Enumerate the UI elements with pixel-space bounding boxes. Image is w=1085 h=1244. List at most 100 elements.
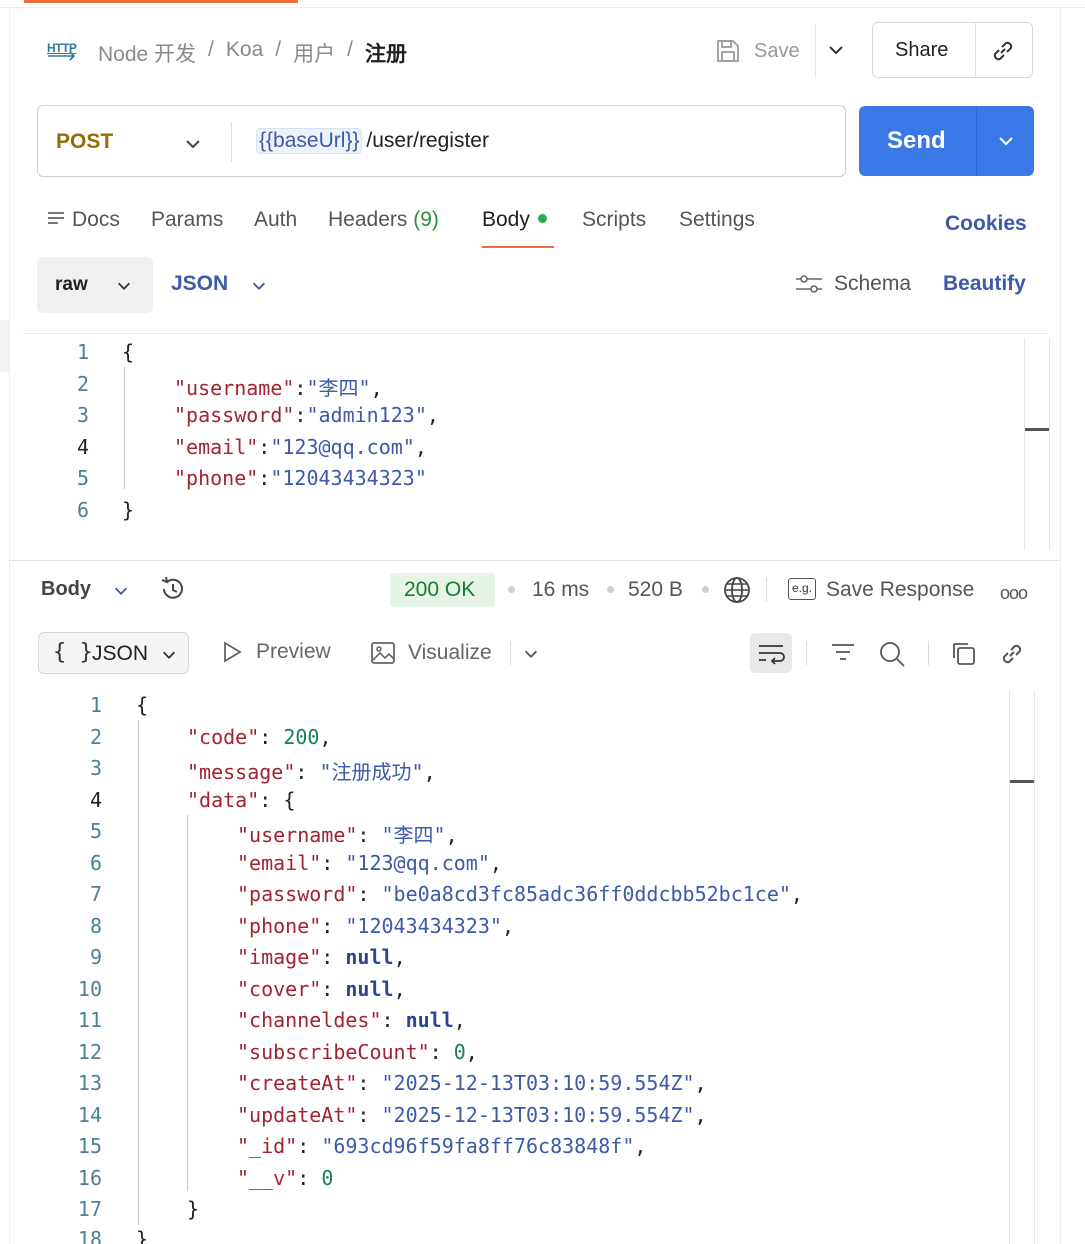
more-options-button[interactable]: ooo <box>1000 583 1028 604</box>
save-button[interactable]: Save <box>714 30 800 72</box>
breadcrumb-item[interactable]: Koa <box>226 38 263 68</box>
link-icon <box>1002 644 1022 664</box>
response-scrollbar-thumb[interactable] <box>1010 780 1034 783</box>
share-button[interactable]: Share <box>895 39 948 62</box>
code-line: "image": null, <box>237 945 406 969</box>
send-button[interactable]: Send <box>887 127 946 155</box>
indent-guide <box>187 815 188 1191</box>
filter-button[interactable] <box>830 640 856 671</box>
line-number: 13 <box>77 1071 102 1095</box>
tab-scripts[interactable]: Scripts <box>582 208 646 232</box>
url-variable[interactable]: {{baseUrl}} <box>256 128 363 154</box>
visualize-button[interactable]: Visualize <box>370 640 492 666</box>
tab-params[interactable]: Params <box>151 208 223 232</box>
play-icon <box>224 641 242 663</box>
line-number: 4 <box>76 435 89 459</box>
code-line: "code": 200, <box>187 725 332 749</box>
breadcrumb-current[interactable]: 注册 <box>365 38 407 68</box>
history-button[interactable] <box>158 574 188 609</box>
line-number: 11 <box>77 1008 102 1032</box>
save-icon <box>717 40 739 62</box>
divider <box>815 24 816 78</box>
copy-link-button[interactable] <box>989 37 1017 70</box>
viewer-right-border <box>1034 690 1035 1244</box>
breadcrumb-item[interactable]: 用户 <box>293 38 335 68</box>
save-response-button[interactable]: Save Response <box>826 578 974 602</box>
divider <box>806 641 807 665</box>
schema-button[interactable]: Schema <box>794 272 911 296</box>
search-icon <box>880 642 905 667</box>
tab-headers[interactable]: Headers (9) <box>328 208 439 232</box>
copy-icon <box>953 643 975 665</box>
separator-dot <box>508 586 515 593</box>
line-number: 1 <box>89 693 102 717</box>
line-number: 17 <box>77 1197 102 1221</box>
beautify-button[interactable]: Beautify <box>943 272 1026 296</box>
response-time[interactable]: 16 ms <box>532 578 589 602</box>
line-number: 18 <box>77 1227 102 1244</box>
response-size[interactable]: 520 B <box>628 578 683 602</box>
image-icon <box>371 642 395 664</box>
line-number: 3 <box>76 403 89 427</box>
link-icon <box>993 41 1013 61</box>
send-options-dropdown[interactable] <box>996 131 1016 156</box>
code-line: "channeldes": null, <box>237 1008 466 1032</box>
search-button[interactable] <box>878 640 906 673</box>
wrap-lines-icon <box>759 645 785 665</box>
chevron-down-icon <box>829 46 843 55</box>
chevron-down-icon <box>252 282 266 290</box>
visualize-dropdown[interactable] <box>522 645 540 668</box>
line-number: 10 <box>77 977 102 1001</box>
code-line: "subscribeCount": 0, <box>237 1040 478 1064</box>
code-line: "phone": "12043434323", <box>237 914 514 938</box>
line-number: 2 <box>76 372 89 396</box>
body-language-select[interactable]: JSON <box>171 272 228 296</box>
wrap-lines-button[interactable] <box>750 633 792 673</box>
left-edge <box>9 8 10 1244</box>
separator-dot <box>607 586 614 593</box>
line-number: 2 <box>89 725 102 749</box>
sliders-icon <box>796 275 822 293</box>
url-input[interactable]: {{baseUrl}} /user/register <box>256 128 489 154</box>
response-body-dropdown[interactable] <box>112 582 130 605</box>
response-format-select[interactable]: { } JSON <box>38 632 189 674</box>
tab-docs[interactable]: Docs <box>46 208 120 232</box>
cookies-link[interactable]: Cookies <box>945 212 1027 236</box>
left-gutter <box>0 320 9 372</box>
network-info-button[interactable] <box>722 575 752 610</box>
status-badge[interactable]: 200 OK <box>390 573 495 607</box>
tab-body[interactable]: Body <box>482 208 547 232</box>
response-body-select[interactable]: Body <box>41 578 91 601</box>
divider <box>231 122 232 162</box>
preview-button[interactable]: Preview <box>220 640 331 664</box>
breadcrumb-separator: / <box>275 38 282 61</box>
braces-icon: { } <box>53 640 93 665</box>
code-line: "username":"李四", <box>174 376 383 400</box>
body-language-dropdown[interactable] <box>250 277 268 300</box>
chevron-down-icon <box>524 650 538 658</box>
method-select[interactable]: POST <box>56 130 113 154</box>
tab-settings[interactable]: Settings <box>679 208 755 232</box>
code-line: "email":"123@qq.com", <box>174 435 427 459</box>
breadcrumb: Node 开发 / Koa / 用户 / 注册 <box>98 38 407 68</box>
body-mode-select[interactable]: raw <box>37 257 153 313</box>
copy-button[interactable] <box>950 640 978 673</box>
breadcrumb-separator: / <box>347 38 353 61</box>
response-scrollbar-track[interactable] <box>1009 690 1010 1244</box>
pane-resize-handle[interactable] <box>9 560 1060 561</box>
editor-scrollbar-thumb[interactable] <box>1025 428 1049 431</box>
code-brace: } <box>187 1197 200 1221</box>
editor-scrollbar-track[interactable] <box>1024 338 1025 550</box>
save-options-dropdown[interactable] <box>826 40 846 65</box>
line-number: 1 <box>76 340 89 364</box>
method-dropdown[interactable] <box>183 134 203 159</box>
code-line: "__v": 0 <box>237 1166 334 1190</box>
code-brace: { <box>122 340 135 364</box>
copy-link-button[interactable] <box>998 640 1026 673</box>
editor-right-border <box>1049 338 1050 550</box>
separator-dot <box>702 586 709 593</box>
filter-icon <box>832 644 854 660</box>
breadcrumb-item[interactable]: Node 开发 <box>98 38 196 68</box>
code-line: "password":"admin123", <box>174 403 439 427</box>
tab-auth[interactable]: Auth <box>254 208 297 232</box>
